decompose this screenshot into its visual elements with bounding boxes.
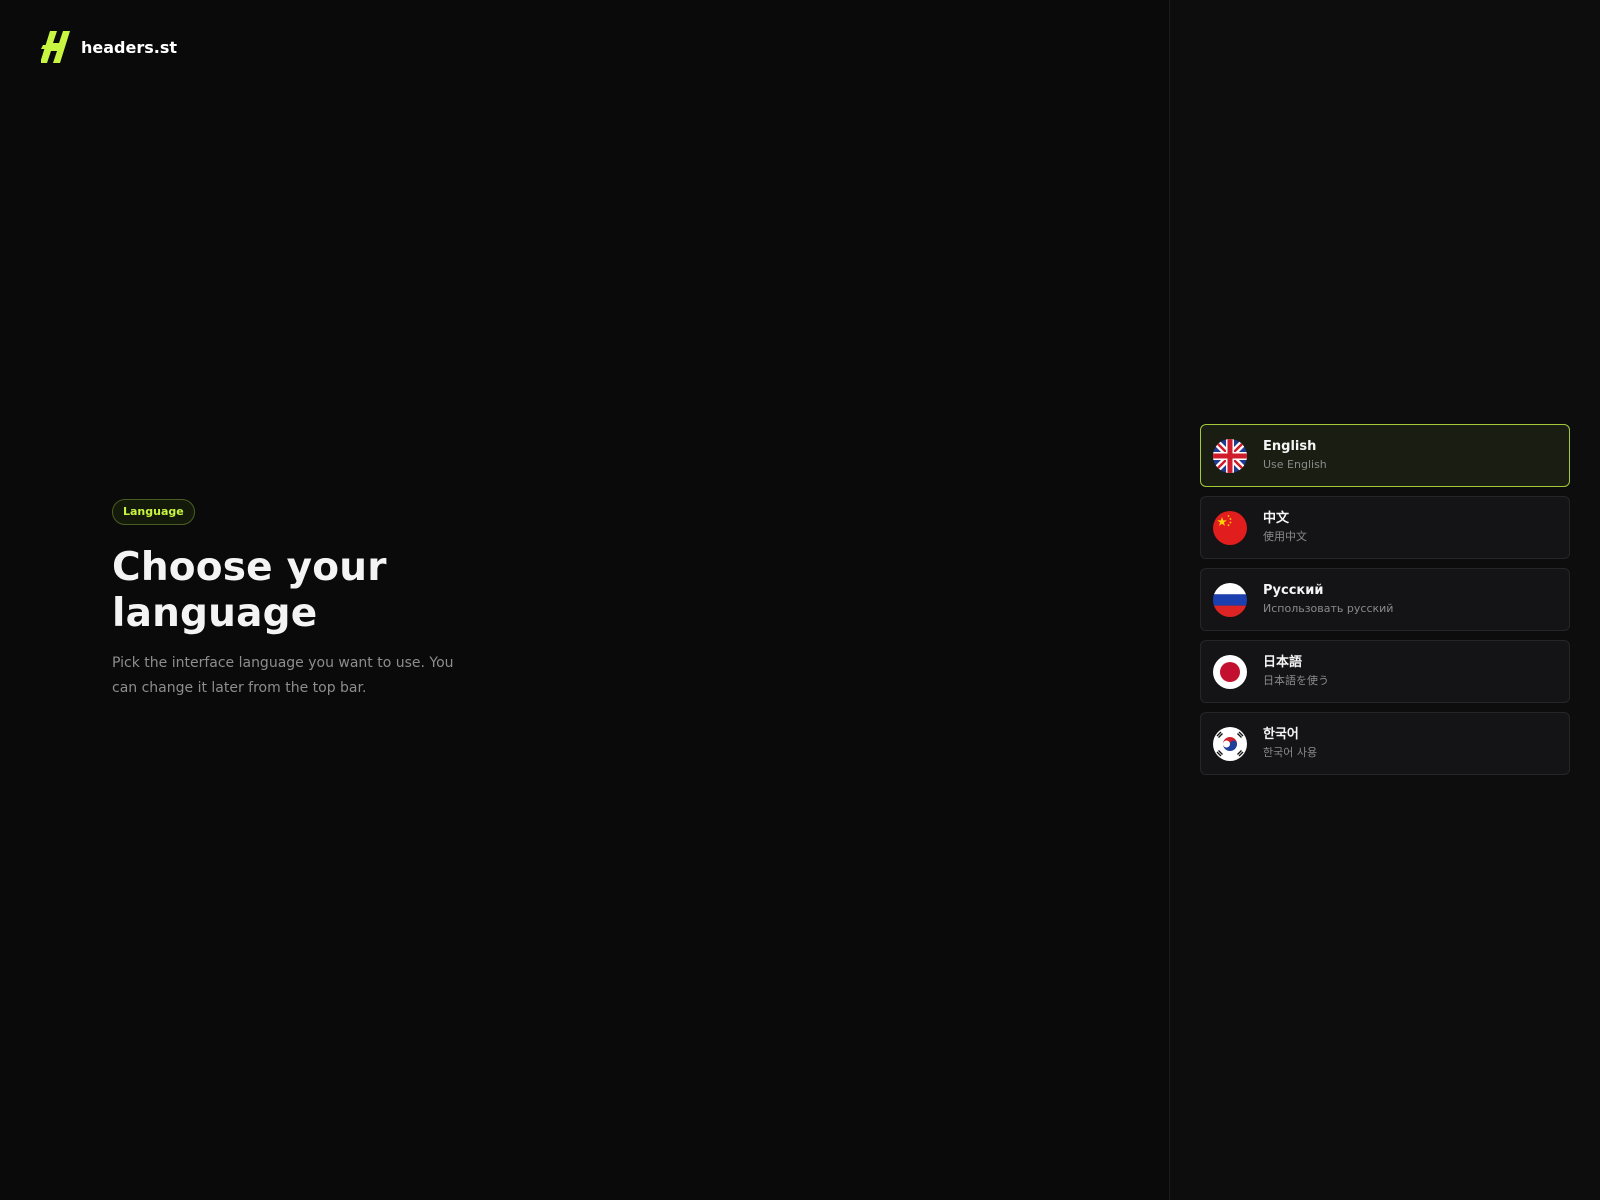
- page-subtitle: Pick the interface language you want to …: [112, 655, 454, 696]
- language-option-chinese[interactable]: 中文 使用中文: [1200, 496, 1570, 559]
- language-name: 日本語: [1263, 655, 1303, 670]
- intro-panel: headers.st Language Choose your language…: [0, 0, 1169, 1200]
- intro-section: Language Choose your language Pick the i…: [112, 499, 492, 701]
- russia-flag-icon: [1213, 582, 1247, 617]
- language-option-japanese[interactable]: 日本語 日本語を使う: [1200, 640, 1570, 703]
- language-option-english[interactable]: English Use English: [1200, 424, 1570, 487]
- language-option-russian[interactable]: Русский Использовать русский: [1200, 568, 1570, 631]
- china-flag-icon: [1213, 510, 1247, 545]
- korea-flag-icon: [1213, 726, 1247, 761]
- language-name: 中文: [1263, 511, 1290, 526]
- language-option-korean[interactable]: 한국어 한국어 사용: [1200, 712, 1570, 775]
- language-subtitle: Use English: [1263, 458, 1327, 471]
- section-badge: Language: [112, 499, 195, 525]
- brand-logo[interactable]: headers.st: [41, 31, 177, 63]
- language-subtitle: Использовать русский: [1263, 602, 1394, 615]
- brand-name: headers.st: [81, 37, 178, 57]
- headers-logo-icon: [41, 31, 70, 63]
- language-subtitle: 한국어 사용: [1263, 746, 1318, 759]
- japan-flag-icon: [1213, 654, 1247, 689]
- language-subtitle: 使用中文: [1263, 530, 1307, 543]
- language-list: English Use English 中文 使用中文 Русский Испо…: [1200, 424, 1570, 775]
- language-subtitle: 日本語を使う: [1263, 674, 1329, 687]
- page-title: Choose your language: [112, 545, 387, 636]
- page: headers.st Language Choose your language…: [0, 0, 1600, 1200]
- language-name: 한국어: [1263, 727, 1299, 742]
- uk-flag-icon: [1213, 438, 1247, 473]
- language-name: Русский: [1263, 583, 1324, 598]
- language-name: English: [1263, 439, 1317, 454]
